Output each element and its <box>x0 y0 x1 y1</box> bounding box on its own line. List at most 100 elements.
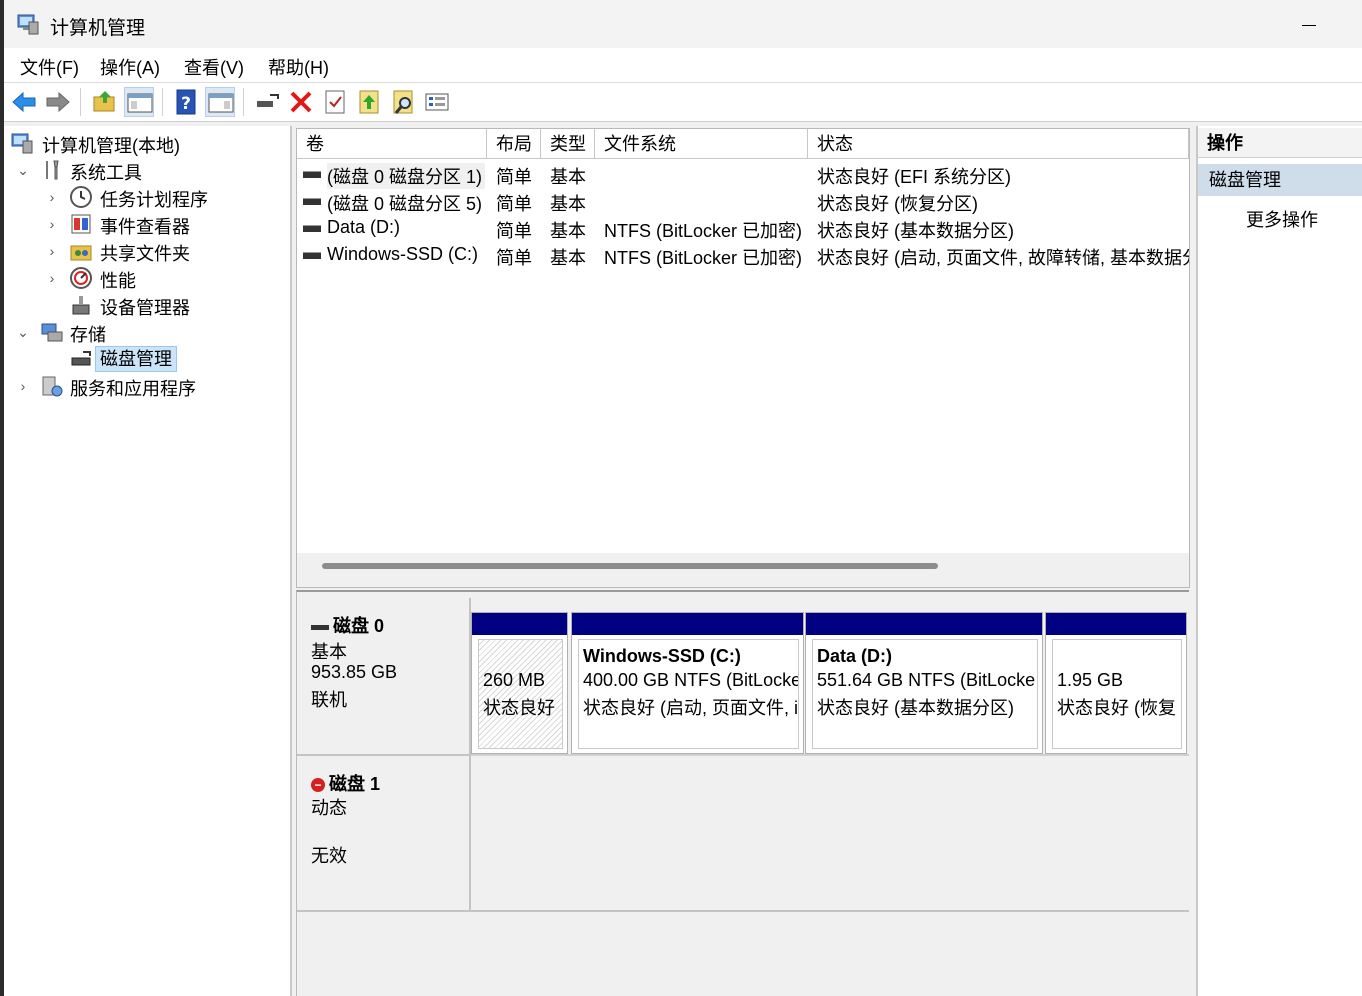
connect-drive-button[interactable] <box>252 87 282 117</box>
column-header-layout[interactable]: 布局 <box>487 129 541 159</box>
chevron-right-icon[interactable]: › <box>45 184 59 210</box>
disk-size: 953.85 GB <box>311 662 398 682</box>
actions-header: 操作 <box>1198 128 1362 158</box>
column-header-filesystem[interactable]: 文件系统 <box>595 129 808 159</box>
disk-1-name-row: − 磁盘 1 <box>311 770 380 796</box>
status-cell: 状态良好 (EFI 系统分区) <box>817 167 1011 187</box>
partition-status: 状态良好 <box>483 698 555 718</box>
table-row[interactable]: (磁盘 0 磁盘分区 1) 简单 基本 状态良好 (EFI 系统分区) <box>297 160 1189 189</box>
partition-name: Data (D:) <box>817 646 892 666</box>
table-row[interactable]: (磁盘 0 磁盘分区 5) 简单 基本 状态良好 (恢复分区) <box>297 187 1189 214</box>
tree-root-label: 计算机管理(本地) <box>42 136 180 156</box>
settings-icon <box>425 93 449 111</box>
up-folder-button[interactable] <box>90 87 120 117</box>
volume-cell: (磁盘 0 磁盘分区 5) <box>327 194 483 214</box>
partition-name: Windows-SSD (C:) <box>583 646 741 666</box>
menu-view[interactable]: 查看(V) <box>184 54 244 80</box>
delete-icon <box>290 91 312 113</box>
title-bar: 计算机管理 <box>4 0 1362 48</box>
disk-0-name-row: 磁盘 0 <box>311 612 384 638</box>
minimize-button[interactable] <box>1286 6 1332 42</box>
disk-management-icon <box>71 351 91 366</box>
show-hide-action-pane-button[interactable] <box>205 87 235 117</box>
column-header-type[interactable]: 类型 <box>541 129 595 159</box>
back-icon <box>12 91 36 113</box>
tree-item-label: 磁盘管理 <box>95 346 177 372</box>
chevron-right-icon[interactable]: › <box>16 373 30 399</box>
partition-data[interactable]: Data (D:) 551.64 GB NTFS (BitLocke 状态良好 … <box>805 612 1043 754</box>
volume-icon <box>303 198 321 205</box>
tree-item-label: 服务和应用程序 <box>70 379 196 399</box>
partition-body: Windows-SSD (C:) 400.00 GB NTFS (BitLock… <box>578 639 799 749</box>
disk-graphical-view: 磁盘 0 基本 953.85 GB 联机 260 MB 状态良好 Windows… <box>296 590 1189 996</box>
status-cell: 状态良好 (启动, 页面文件, 故障转储, 基本数据分 <box>817 248 1189 268</box>
partition-body: 1.95 GB 状态良好 (恢复 <box>1052 639 1182 749</box>
scrollbar-thumb[interactable] <box>322 563 938 569</box>
table-row[interactable]: Data (D:) 简单 基本 NTFS (BitLocker 已加密) 状态良… <box>297 214 1189 241</box>
type-cell: 基本 <box>550 167 586 187</box>
window-title: 计算机管理 <box>50 18 146 39</box>
actions-section-disk-management[interactable]: 磁盘管理 <box>1198 164 1362 196</box>
layout-cell: 简单 <box>496 194 532 214</box>
column-header-volume[interactable]: 卷 <box>297 129 487 159</box>
partition-status: 状态良好 (恢复 <box>1057 698 1176 718</box>
tree-item-label: 存储 <box>70 325 106 345</box>
partition-efi[interactable]: 260 MB 状态良好 <box>471 612 568 754</box>
volume-cell: Data (D:) <box>327 217 401 237</box>
up-arrow-button[interactable] <box>354 87 384 117</box>
column-header-status[interactable]: 状态 <box>808 129 1189 159</box>
disk-0-label[interactable]: 磁盘 0 基本 953.85 GB 联机 <box>297 598 471 756</box>
show-hide-tree-button[interactable] <box>124 87 154 117</box>
disk-name: 磁盘 1 <box>329 774 381 794</box>
menu-file[interactable]: 文件(F) <box>20 54 79 80</box>
partition-size: 400.00 GB NTFS (BitLocke <box>583 670 799 690</box>
fs-cell: NTFS (BitLocker 已加密) <box>604 221 803 241</box>
search-button[interactable] <box>388 87 418 117</box>
table-row[interactable]: Windows-SSD (C:) 简单 基本 NTFS (BitLocker 已… <box>297 241 1189 268</box>
status-cell: 状态良好 (恢复分区) <box>817 194 978 214</box>
properties-button[interactable] <box>320 87 350 117</box>
chevron-right-icon[interactable]: › <box>45 211 59 237</box>
event-log-icon <box>71 214 91 234</box>
menu-help[interactable]: 帮助(H) <box>268 54 329 80</box>
layout-cell: 简单 <box>496 221 532 241</box>
partition-body: 260 MB 状态良好 <box>478 639 563 749</box>
disk-1-label[interactable]: − 磁盘 1 动态 无效 <box>297 756 471 912</box>
computer-management-icon <box>17 14 39 35</box>
disk-0-partitions: 260 MB 状态良好 Windows-SSD (C:) 400.00 GB N… <box>471 598 1189 754</box>
partition-windows-ssd[interactable]: Windows-SSD (C:) 400.00 GB NTFS (BitLock… <box>571 612 804 754</box>
volume-icon <box>303 252 321 259</box>
chevron-down-icon[interactable]: ⌄ <box>16 157 30 183</box>
forward-icon <box>46 91 70 113</box>
actions-pane: 操作 磁盘管理 更多操作 <box>1196 126 1362 996</box>
partition-size: 260 MB <box>483 670 546 690</box>
chevron-right-icon[interactable]: › <box>45 238 59 264</box>
back-button[interactable] <box>9 87 39 117</box>
volume-icon <box>303 171 321 178</box>
tree-item-label: 任务计划程序 <box>100 190 208 210</box>
up-folder-icon <box>93 91 115 112</box>
tools-icon <box>46 160 59 180</box>
delete-button[interactable] <box>286 87 316 117</box>
more-actions-link[interactable]: 更多操作 <box>1246 206 1318 232</box>
disk-1-partitions <box>471 756 1189 910</box>
forward-button[interactable] <box>43 87 73 117</box>
layout-cell: 简单 <box>496 167 532 187</box>
chevron-down-icon[interactable]: ⌄ <box>16 319 30 345</box>
settings-button[interactable] <box>422 87 452 117</box>
help-button[interactable]: ? <box>171 87 201 117</box>
show-hide-tree-icon <box>127 93 153 113</box>
chevron-right-icon[interactable]: › <box>45 265 59 291</box>
disk-type: 基本 <box>311 642 347 662</box>
disk-name: 磁盘 0 <box>333 616 385 636</box>
partition-size: 1.95 GB <box>1057 670 1124 690</box>
storage-icon <box>41 323 63 342</box>
computer-management-window: 计算机管理 文件(F) 操作(A) 查看(V) 帮助(H) ? 计算机管理(本地… <box>4 0 1362 996</box>
partition-recovery[interactable]: 1.95 GB 状态良好 (恢复 <box>1045 612 1187 754</box>
clock-icon <box>70 186 92 208</box>
menu-action[interactable]: 操作(A) <box>100 54 160 80</box>
horizontal-scrollbar[interactable] <box>297 553 1189 587</box>
partition-bar <box>806 613 1042 635</box>
computer-icon <box>11 133 33 154</box>
search-icon <box>393 90 413 114</box>
